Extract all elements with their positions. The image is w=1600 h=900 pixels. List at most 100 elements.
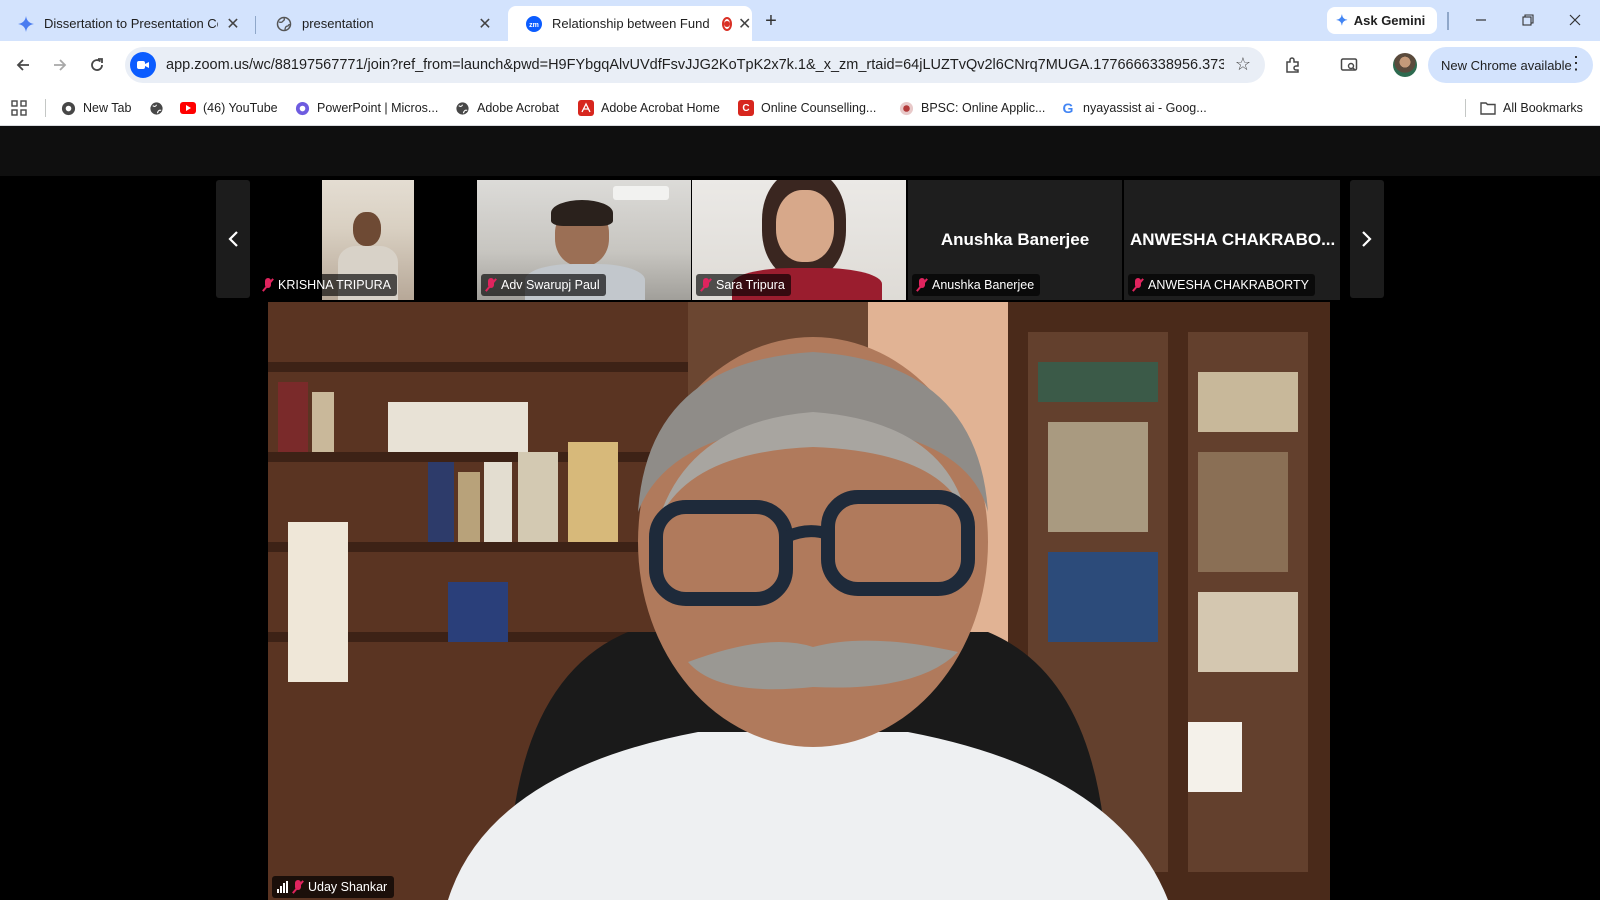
bookmark-label: (46) YouTube <box>203 101 278 115</box>
participant-name: KRISHNA TRIPURA <box>278 278 391 292</box>
participant-tile-anushka[interactable]: Anushka Banerjee Anushka Banerjee <box>908 180 1122 300</box>
bookmark-youtube[interactable]: (46) YouTube <box>180 97 278 119</box>
participant-display-name: Anushka Banerjee <box>940 230 1090 249</box>
tab-presentation[interactable]: presentation ✕ <box>258 6 504 41</box>
mic-muted-icon <box>916 278 928 292</box>
address-bar[interactable]: app.zoom.us/wc/88197567771/join?ref_from… <box>125 47 1265 83</box>
gallery-previous-button[interactable] <box>216 180 250 298</box>
bookmark-adobe-acrobat[interactable]: Adobe Acrobat <box>454 97 559 119</box>
globe-icon <box>454 100 470 116</box>
bookmark-label: nyayassist ai - Goog... <box>1083 101 1207 115</box>
active-speaker-name: Uday Shankar <box>308 880 388 894</box>
svg-text:zm: zm <box>529 22 539 29</box>
close-window-button[interactable] <box>1562 8 1588 32</box>
close-tab-icon[interactable]: ✕ <box>476 15 494 33</box>
zoom-site-icon[interactable] <box>130 52 156 78</box>
participant-tile-anwesha[interactable]: ANWESHA CHAKRABO... ANWESHA CHAKRABORTY <box>1124 180 1340 300</box>
active-speaker-name-label: Uday Shankar <box>272 876 395 898</box>
bookmark-nyayassist[interactable]: G nyayassist ai - Goog... <box>1060 97 1207 119</box>
extensions-icon[interactable] <box>1281 53 1305 77</box>
restore-button[interactable] <box>1515 8 1541 32</box>
tab-title: Dissertation to Presentation Co <box>44 16 218 31</box>
chrome-icon <box>60 100 76 116</box>
tab-dissertation[interactable]: Dissertation to Presentation Co ✕ <box>0 6 252 41</box>
bookmark-adobe-acrobat-home[interactable]: Adobe Acrobat Home <box>578 97 720 119</box>
mic-muted-icon <box>1132 278 1144 292</box>
participant-name: ANWESHA CHAKRABORTY <box>1148 278 1309 292</box>
bookmark-label: New Tab <box>83 101 132 115</box>
meeting-top-bar <box>0 126 1600 176</box>
bookmark-online-counselling[interactable]: C Online Counselling... <box>738 97 876 119</box>
mic-muted-icon <box>700 278 712 292</box>
bookmark-label: All Bookmarks <box>1503 101 1583 115</box>
gemini-icon: ✦ <box>1336 12 1348 28</box>
url-text[interactable]: app.zoom.us/wc/88197567771/join?ref_from… <box>166 57 1224 73</box>
bookmark-new-tab[interactable]: New Tab <box>60 97 131 119</box>
ask-gemini-button[interactable]: ✦ Ask Gemini <box>1327 7 1438 34</box>
all-bookmarks-button[interactable]: All Bookmarks <box>1480 97 1583 119</box>
minimize-button[interactable] <box>1468 8 1494 32</box>
zoom-icon: zm <box>526 15 542 32</box>
participant-tile-krishna[interactable]: KRISHNA TRIPURA <box>254 180 476 300</box>
participant-name-label: KRISHNA TRIPURA <box>258 274 397 296</box>
youtube-icon <box>180 102 196 114</box>
zoom-meeting-area: KRISHNA TRIPURA Adv Swarupj Paul Sara Tr… <box>0 126 1600 900</box>
browser-window: Dissertation to Presentation Co ✕ presen… <box>0 0 1600 900</box>
ask-gemini-label: Ask Gemini <box>1353 13 1426 28</box>
participant-tile-swarupj[interactable]: Adv Swarupj Paul <box>477 180 691 300</box>
bookmark-globe[interactable] <box>148 97 171 119</box>
counselling-icon: C <box>738 100 754 116</box>
participant-display-name: ANWESHA CHAKRABO... <box>1130 230 1336 249</box>
bpsc-icon <box>898 100 914 116</box>
forward-button[interactable] <box>48 53 72 77</box>
globe-icon <box>148 100 164 116</box>
active-speaker-video[interactable]: Uday Shankar <box>268 302 1330 900</box>
participant-name: Anushka Banerjee <box>932 278 1035 292</box>
bookmark-powerpoint[interactable]: PowerPoint | Micros... <box>294 97 438 119</box>
folder-icon <box>1480 100 1496 116</box>
speaker-video-frame <box>268 302 1330 900</box>
separator <box>1465 99 1466 117</box>
separator <box>1447 12 1449 30</box>
bookmark-label: Adobe Acrobat Home <box>601 101 720 115</box>
bookmark-label: Online Counselling... <box>761 101 877 115</box>
mic-muted-icon <box>292 880 304 894</box>
mic-muted-icon <box>485 278 497 292</box>
participant-name-label: Sara Tripura <box>696 274 791 296</box>
participant-name: Sara Tripura <box>716 278 785 292</box>
menu-dots-icon[interactable]: ⋮ <box>1567 53 1585 74</box>
bookmark-star-icon[interactable]: ☆ <box>1235 54 1251 75</box>
new-tab-button[interactable]: + <box>760 10 782 32</box>
acrobat-icon <box>578 100 594 116</box>
bookmark-bpsc[interactable]: BPSC: Online Applic... <box>898 97 1045 119</box>
browser-toolbar: app.zoom.us/wc/88197567771/join?ref_from… <box>0 41 1600 89</box>
mic-muted-icon <box>262 278 274 292</box>
profile-avatar[interactable] <box>1393 53 1417 77</box>
tab-zoom-meeting[interactable]: zm Relationship between Fund ✕ <box>508 6 752 41</box>
tab-strip: Dissertation to Presentation Co ✕ presen… <box>0 0 1600 41</box>
cast-search-icon[interactable] <box>1337 53 1361 77</box>
connection-signal-icon <box>277 881 288 893</box>
participant-name-label: Adv Swarupj Paul <box>481 274 606 296</box>
update-label: New Chrome available <box>1441 57 1572 73</box>
participant-name-label: ANWESHA CHAKRABORTY <box>1128 274 1315 296</box>
bookmarks-bar: New Tab (46) YouTube PowerPoint | Micros… <box>0 89 1600 126</box>
gallery-next-button[interactable] <box>1350 180 1384 298</box>
reload-button[interactable] <box>85 53 109 77</box>
bookmark-label: Adobe Acrobat <box>477 101 560 115</box>
close-tab-icon[interactable]: ✕ <box>738 15 751 33</box>
participant-tile-sara[interactable]: Sara Tripura <box>692 180 906 300</box>
bookmark-label: PowerPoint | Micros... <box>317 101 439 115</box>
new-chrome-available-button[interactable]: New Chrome available ⋮ <box>1428 47 1593 83</box>
close-tab-icon[interactable]: ✕ <box>224 15 242 33</box>
participant-name: Adv Swarupj Paul <box>501 278 600 292</box>
bookmark-label: BPSC: Online Applic... <box>921 101 1046 115</box>
back-button[interactable] <box>11 53 35 77</box>
participant-name-label: Anushka Banerjee <box>912 274 1041 296</box>
tab-title: Relationship between Fund <box>552 16 710 31</box>
tab-title: presentation <box>302 16 374 31</box>
powerpoint-icon <box>294 100 310 116</box>
tab-separator <box>255 16 256 34</box>
globe-icon <box>276 16 292 32</box>
apps-grid-icon[interactable] <box>11 97 27 119</box>
